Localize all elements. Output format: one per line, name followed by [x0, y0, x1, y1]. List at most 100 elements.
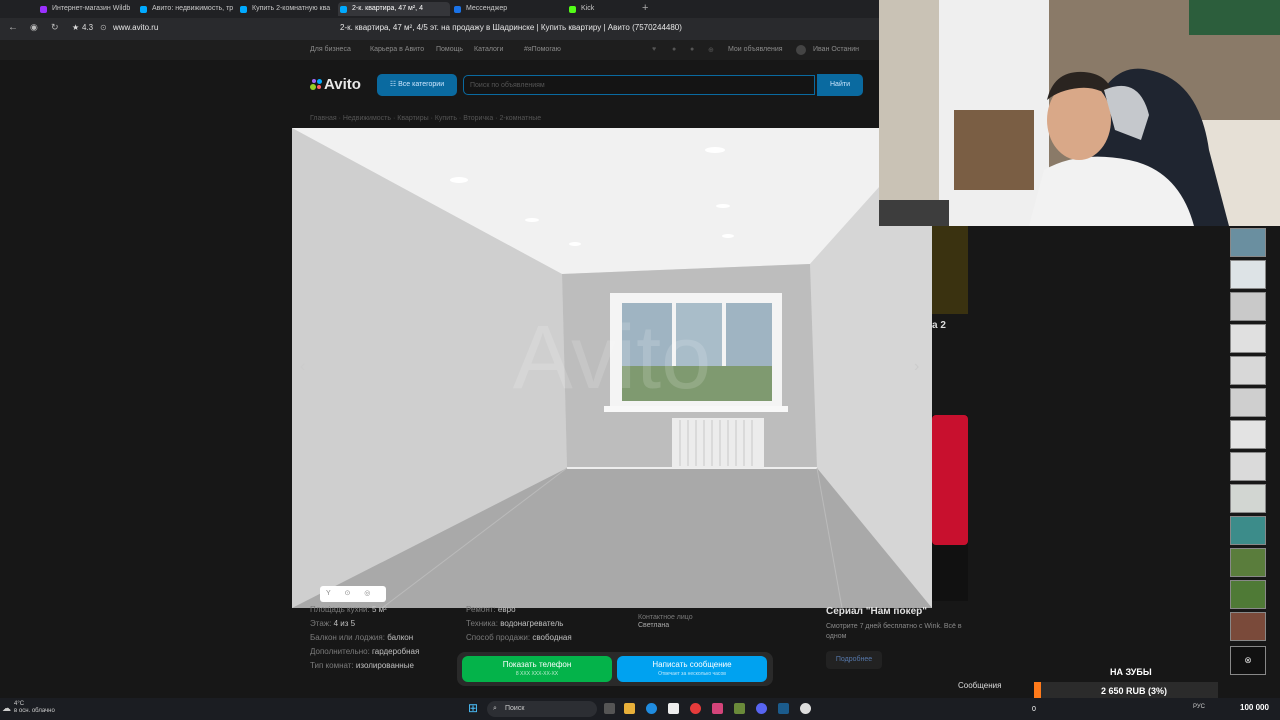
tab-kick[interactable]: Kick [567, 2, 651, 16]
nav-career[interactable]: Карьера в Авито [370, 46, 424, 53]
param-balcony: Балкон или лоджия: балкон [310, 633, 413, 642]
param-value: свободная [532, 633, 572, 642]
yandex-icon[interactable]: ◉ [30, 22, 38, 33]
photo-thumbnail[interactable] [1230, 420, 1266, 449]
address-bar: ← ◉ ↻ ★ 4.3 ⊙ www.avito.ru 2-к. квартира… [0, 18, 880, 40]
ad-title[interactable]: Сериал "Нам покер" [826, 606, 927, 617]
ad-banner[interactable] [932, 415, 968, 601]
ad-banner-image [932, 415, 968, 545]
obs-app-icon[interactable] [712, 703, 723, 714]
param-label: Площадь кухни: [310, 605, 370, 614]
top-nav: Для бизнеса Карьера в Авито Помощь Катал… [0, 40, 880, 60]
param-rooms: Тип комнат: изолированные [310, 661, 414, 670]
photo-thumbnail[interactable] [1230, 548, 1266, 577]
reload-icon[interactable]: ↻ [51, 22, 59, 33]
file-explorer-icon[interactable] [624, 703, 635, 714]
show-phone-button[interactable]: Показать телефон 8 XXX XXX-XX-XX [462, 656, 612, 682]
photo-thumbnail[interactable] [1230, 260, 1266, 289]
bell-icon[interactable]: ● [690, 46, 694, 53]
search-input[interactable]: Поиск по объявлениям [463, 75, 815, 95]
find-button[interactable]: Найти [817, 74, 863, 96]
photo-thumbnail[interactable] [1230, 484, 1266, 513]
photo-thumbnail[interactable] [1230, 612, 1266, 641]
obs-studio-icon[interactable] [800, 703, 811, 714]
next-photo-icon[interactable]: › [914, 358, 919, 376]
chat-icon[interactable]: ● [672, 46, 676, 53]
photo-tools[interactable]: Y ⊙ ◎ ⋮ [320, 586, 386, 608]
weather-widget[interactable]: 4°C в осн. облачно [14, 701, 55, 715]
all-categories-button[interactable]: ☷ Все категории [377, 74, 457, 96]
windows-start-icon[interactable]: ⊞ [468, 701, 478, 715]
task-view-icon[interactable] [604, 703, 615, 714]
yandex-browser-icon[interactable] [690, 703, 701, 714]
minecraft-icon[interactable] [734, 703, 745, 714]
tab-label: Kick [581, 5, 595, 12]
param-label: Дополнительно: [310, 647, 370, 656]
param-sale: Способ продажи: свободная [466, 633, 572, 642]
rating-star-icon[interactable]: ★ [72, 23, 79, 32]
webcam-image [879, 0, 1280, 226]
ad-more-button[interactable]: Подробнее [826, 651, 882, 669]
tab-label: Авито: недвижимость, тр [152, 5, 234, 12]
param-appliance: Техника: водонагреватель [466, 619, 563, 628]
taskbar: ☁ 4°C в осн. облачно ⊞ ⌕ Поиск РУС 100 000 [0, 698, 1280, 720]
param-label: Балкон или лоджия: [310, 633, 385, 642]
phone-masked: 8 XXX XXX-XX-XX [515, 671, 559, 677]
overlay-settings-icon[interactable]: ⊗ [1230, 646, 1266, 675]
nav-ipomogayu[interactable]: #яПомогаю [524, 46, 561, 53]
param-value: 5 м² [371, 605, 387, 614]
photo-thumbnail[interactable] [1230, 228, 1266, 257]
avito-icon [140, 6, 147, 13]
breadcrumb[interactable]: Главная · Недвижимость · Квартиры · Купи… [310, 115, 541, 122]
search-icon: ⌕ [493, 705, 497, 712]
tab-wildberries[interactable]: Интернет-магазин Wildb [38, 2, 147, 16]
photo-thumbnail[interactable] [1230, 356, 1266, 385]
photo-thumbnail[interactable] [1230, 324, 1266, 353]
tab-buy-2room[interactable]: Купить 2-комнатную ква [238, 2, 347, 16]
param-label: Способ продажи: [466, 633, 531, 642]
back-icon[interactable]: ← [8, 22, 18, 33]
photo-thumbnail[interactable] [1230, 516, 1266, 545]
url-field[interactable]: www.avito.ru [113, 23, 158, 32]
goal-title: НА ЗУБЫ [1110, 667, 1152, 677]
nav-my-ads[interactable]: Мои объявления [728, 46, 783, 53]
write-message-button[interactable]: Написать сообщение Отвечает за несколько… [617, 656, 767, 682]
tab-label: Мессенджер [466, 5, 508, 12]
input-language[interactable]: РУС [1193, 704, 1205, 710]
goal-min: 0 [1032, 706, 1036, 713]
contact-name[interactable]: Светлана [638, 622, 669, 629]
param-label: Тип комнат: [310, 661, 354, 670]
heart-icon[interactable]: ♥ [652, 46, 656, 53]
cart-icon[interactable]: ⊕ [708, 46, 714, 54]
listing-photo[interactable]: Avito ‹ › Y ⊙ ◎ ⋮ [292, 128, 932, 608]
edge-icon[interactable] [646, 703, 657, 714]
taskbar-search[interactable]: ⌕ Поиск [487, 701, 597, 717]
avatar[interactable] [796, 45, 806, 55]
new-tab-button[interactable]: + [642, 2, 648, 14]
photo-thumbnail[interactable] [1230, 580, 1266, 609]
steam-icon[interactable] [778, 703, 789, 714]
avito-logo[interactable]: Avito [310, 76, 361, 93]
nav-business[interactable]: Для бизнеса [310, 46, 351, 53]
photo-thumbnail[interactable] [1230, 388, 1266, 417]
avito-icon [240, 6, 247, 13]
action-bar: Показать телефон 8 XXX XXX-XX-XX Написат… [457, 652, 773, 686]
param-label: Этаж: [310, 619, 332, 628]
nav-help[interactable]: Помощь [436, 46, 463, 53]
discord-icon[interactable] [756, 703, 767, 714]
param-value: 4 из 5 [333, 619, 356, 628]
tab-messenger[interactable]: Мессенджер [452, 2, 546, 16]
tab-label: 2-к. квартира, 47 м², 4 [352, 5, 423, 12]
room-image: Avito [292, 128, 932, 608]
photo-thumbnail[interactable] [1230, 292, 1266, 321]
tab-apartment-active[interactable]: 2-к. квартира, 47 м², 4 [338, 2, 450, 16]
tab-avito-realty[interactable]: Авито: недвижимость, тр [138, 2, 247, 16]
photo-thumbnail[interactable] [1230, 452, 1266, 481]
nav-user[interactable]: Иван Останин [813, 46, 859, 53]
notepad-icon[interactable] [668, 703, 679, 714]
param-value: изолированные [355, 661, 414, 670]
prev-photo-icon[interactable]: ‹ [300, 358, 305, 376]
ad-thumbnail[interactable] [932, 226, 968, 314]
site-header: Avito ☷ Все категории Поиск по объявлени… [300, 70, 880, 100]
nav-catalogs[interactable]: Каталоги [474, 46, 503, 53]
